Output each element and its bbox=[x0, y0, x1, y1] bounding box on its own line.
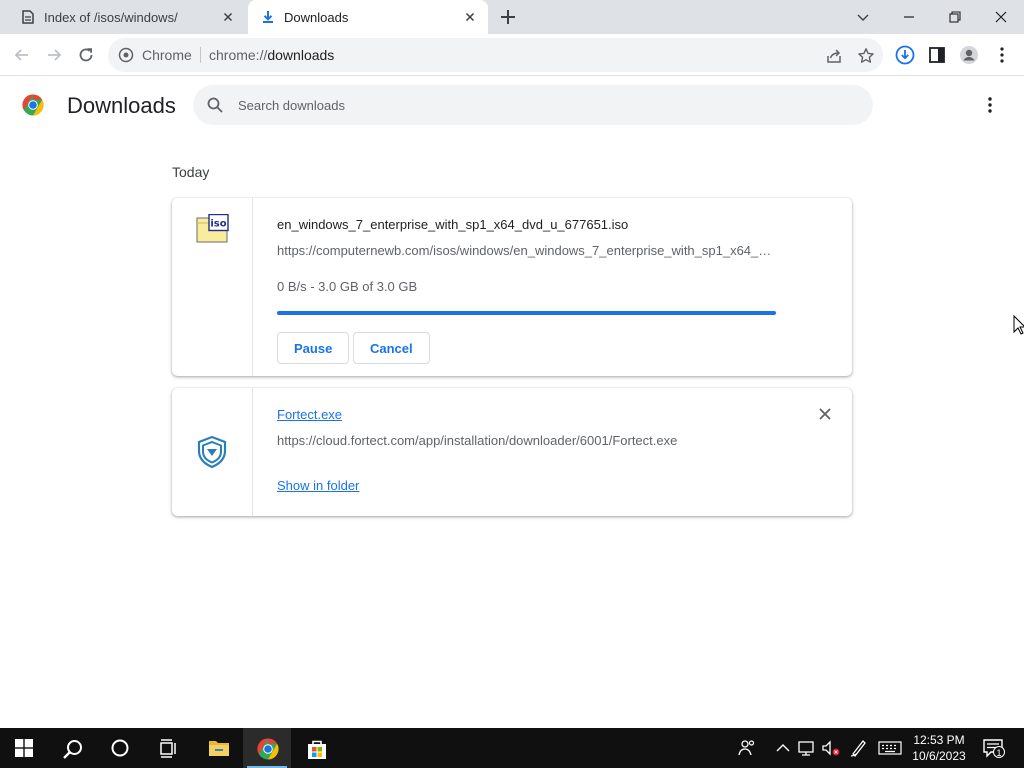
search-icon[interactable] bbox=[206, 96, 224, 114]
back-arrow-icon[interactable] bbox=[12, 45, 32, 65]
download-card: Fortect.exe https://cloud.fortect.com/ap… bbox=[172, 388, 852, 516]
notification-count-badge: 1 bbox=[993, 746, 1005, 758]
download-file-link[interactable]: Fortect.exe bbox=[277, 407, 342, 422]
system-clock[interactable]: 12:53 PM 10/6/2023 bbox=[900, 732, 978, 764]
search-downloads-box[interactable] bbox=[193, 85, 873, 125]
iso-file-icon[interactable]: iso bbox=[196, 214, 229, 244]
people-icon[interactable] bbox=[737, 738, 757, 758]
taskbar-search-icon[interactable] bbox=[48, 728, 96, 768]
remove-from-list-close-icon[interactable] bbox=[818, 407, 832, 421]
mouse-cursor-icon bbox=[1013, 315, 1024, 335]
close-window-icon[interactable] bbox=[978, 0, 1024, 34]
minimize-icon[interactable] bbox=[886, 0, 932, 34]
section-date-label: Today bbox=[172, 164, 210, 180]
task-view-icon[interactable] bbox=[144, 728, 192, 768]
tab-index-of-isos[interactable]: Index of /isos/windows/ bbox=[8, 0, 246, 34]
microsoft-store-icon[interactable] bbox=[292, 728, 340, 768]
touch-keyboard-icon[interactable] bbox=[878, 738, 902, 758]
download-file-name: en_windows_7_enterprise_with_sp1_x64_dvd… bbox=[277, 217, 629, 232]
tab-strip: Index of /isos/windows/ Downloads bbox=[0, 0, 1024, 34]
chrome-site-icon[interactable] bbox=[118, 47, 134, 63]
fortect-shield-icon[interactable] bbox=[196, 435, 228, 469]
show-in-folder-link[interactable]: Show in folder bbox=[277, 478, 359, 493]
page-menu-kebab-icon[interactable] bbox=[980, 95, 1000, 115]
address-bar[interactable]: Chrome chrome://downloads bbox=[108, 38, 883, 72]
url-scheme: chrome:// bbox=[209, 47, 268, 63]
download-icon bbox=[260, 9, 276, 25]
file-explorer-icon[interactable] bbox=[194, 728, 242, 768]
downloads-header: Downloads bbox=[0, 77, 1024, 135]
browser-toolbar: Chrome chrome://downloads bbox=[0, 34, 1024, 76]
downloads-toolbar-icon[interactable] bbox=[895, 45, 915, 65]
download-progress-fill bbox=[277, 311, 776, 315]
download-card: iso en_windows_7_enterprise_with_sp1_x64… bbox=[172, 198, 852, 376]
share-icon[interactable] bbox=[825, 47, 843, 65]
page-title: Downloads bbox=[67, 93, 176, 118]
download-status: 0 B/s - 3.0 GB of 3.0 GB bbox=[277, 279, 418, 294]
forward-arrow-icon[interactable] bbox=[44, 45, 64, 65]
chrome-logo-icon bbox=[22, 94, 44, 116]
site-name: Chrome bbox=[142, 47, 192, 63]
cortana-circle-icon[interactable] bbox=[96, 728, 144, 768]
new-tab-plus-icon[interactable] bbox=[499, 8, 517, 26]
browser-menu-kebab-icon[interactable] bbox=[992, 45, 1012, 65]
network-icon[interactable] bbox=[797, 738, 817, 758]
tab-downloads[interactable]: Downloads bbox=[248, 0, 488, 34]
omnibox-divider bbox=[200, 47, 201, 63]
page-favicon-icon bbox=[20, 9, 36, 25]
search-input[interactable] bbox=[238, 95, 838, 115]
tray-chevron-up-icon[interactable] bbox=[773, 738, 793, 758]
profile-avatar-icon[interactable] bbox=[959, 45, 979, 65]
clock-date: 10/6/2023 bbox=[912, 749, 966, 763]
download-progress-bar bbox=[277, 311, 776, 315]
tab-close-icon[interactable] bbox=[462, 9, 478, 25]
volume-muted-icon[interactable] bbox=[821, 738, 841, 758]
pen-workspace-icon[interactable] bbox=[849, 738, 869, 758]
tab-title: Downloads bbox=[284, 10, 349, 25]
tab-search-chevron-icon[interactable] bbox=[840, 0, 886, 34]
svg-text:iso: iso bbox=[210, 219, 226, 230]
windows-taskbar: 12:53 PM 10/6/2023 bbox=[0, 728, 1024, 768]
bookmark-star-icon[interactable] bbox=[857, 47, 875, 65]
tab-title: Index of /isos/windows/ bbox=[44, 10, 178, 25]
download-source-url[interactable]: https://cloud.fortect.com/app/installati… bbox=[277, 433, 777, 448]
pause-button[interactable]: Pause bbox=[277, 332, 350, 364]
cancel-button[interactable]: Cancel bbox=[353, 332, 430, 364]
side-panel-icon[interactable] bbox=[927, 45, 947, 65]
tab-close-icon[interactable] bbox=[220, 9, 236, 25]
restore-icon[interactable] bbox=[932, 0, 978, 34]
download-icon-column: iso bbox=[172, 198, 253, 376]
windows-start-icon[interactable] bbox=[0, 728, 48, 768]
url-host: downloads bbox=[267, 47, 335, 63]
download-source-url[interactable]: https://computernewb.com/isos/windows/en… bbox=[277, 243, 777, 258]
download-icon-column bbox=[172, 388, 253, 516]
url-text[interactable]: chrome://downloads bbox=[209, 47, 334, 63]
clock-time: 12:53 PM bbox=[913, 733, 965, 747]
reload-icon[interactable] bbox=[76, 45, 96, 65]
chrome-taskbar-icon[interactable] bbox=[243, 728, 291, 768]
